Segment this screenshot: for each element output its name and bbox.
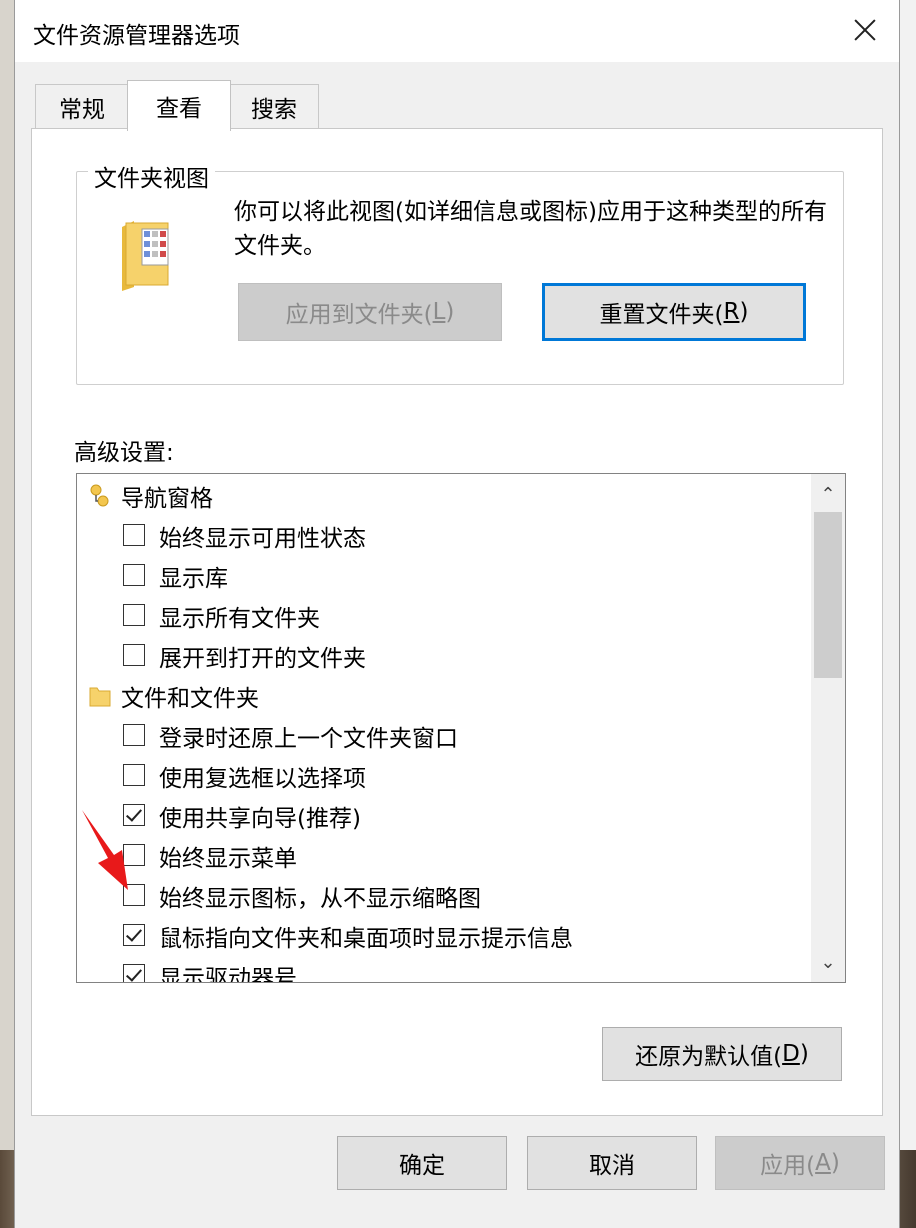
category-files-and-folders: 文件和文件夹 — [77, 676, 807, 716]
option-show-all-folders[interactable]: 显示所有文件夹 — [77, 596, 807, 636]
option-label: 始终显示菜单 — [159, 846, 297, 872]
cancel-button[interactable]: 取消 — [527, 1136, 697, 1190]
option-use-sharing-wizard[interactable]: 使用共享向导(推荐) — [77, 796, 807, 836]
shortcut-key: A — [815, 1150, 831, 1176]
apply-to-folders-button[interactable]: 应用到文件夹(L) — [238, 283, 502, 341]
label-suffix: ) — [739, 299, 749, 325]
checkbox[interactable] — [123, 724, 145, 746]
category-label: 导航窗格 — [121, 486, 213, 512]
option-show-popup-description[interactable]: 鼠标指向文件夹和桌面项时显示提示信息 — [77, 916, 807, 956]
vertical-scrollbar[interactable]: ⌃ ⌄ — [811, 474, 845, 982]
option-label: 使用共享向导(推荐) — [159, 806, 361, 832]
option-label: 使用复选框以选择项 — [159, 766, 366, 792]
restore-defaults-button[interactable]: 还原为默认值(D) — [602, 1027, 842, 1081]
folder-view-icon — [122, 221, 169, 291]
button-label: 应用到文件夹( — [285, 302, 433, 328]
button-label: 重置文件夹( — [599, 302, 724, 328]
category-label: 文件和文件夹 — [121, 686, 259, 712]
option-restore-previous-folder-windows[interactable]: 登录时还原上一个文件夹窗口 — [77, 716, 807, 756]
folder-options-dialog: 文件资源管理器选项 常规 查看 搜索 文件夹视图 你可以将此视图(如详细信息或图… — [14, 0, 900, 1228]
checkbox[interactable] — [123, 924, 145, 946]
option-label: 始终显示可用性状态 — [159, 526, 366, 552]
shortcut-key: L — [432, 299, 446, 325]
advanced-settings-list[interactable]: 导航窗格 始终显示可用性状态 显示库 显示所有文件夹 展开到打开的文件夹 文件和… — [76, 473, 846, 983]
folder-views-label: 文件夹视图 — [88, 159, 215, 193]
option-show-drive-letters[interactable]: 显示驱动器号 — [77, 956, 807, 983]
chevron-down-icon[interactable]: ⌄ — [811, 944, 845, 980]
label-suffix: ) — [799, 1041, 809, 1067]
button-label: 确定 — [399, 1153, 445, 1179]
tab-search[interactable]: 搜索 — [229, 84, 319, 129]
checkbox[interactable] — [123, 604, 145, 626]
view-tab-panel: 文件夹视图 你可以将此视图(如详细信息或图标)应用于这种类型的所有文件夹。 应用… — [31, 128, 883, 1116]
option-label: 登录时还原上一个文件夹窗口 — [159, 726, 458, 752]
option-use-check-boxes[interactable]: 使用复选框以选择项 — [77, 756, 807, 796]
option-label: 展开到打开的文件夹 — [159, 646, 366, 672]
tab-view[interactable]: 查看 — [127, 80, 231, 131]
option-label: 鼠标指向文件夹和桌面项时显示提示信息 — [159, 926, 573, 952]
tab-label: 常规 — [59, 97, 105, 123]
option-label: 始终显示图标，从不显示缩略图 — [159, 886, 481, 912]
background-window-edge — [898, 0, 916, 1150]
checkbox[interactable] — [123, 964, 145, 982]
folder-views-description: 你可以将此视图(如详细信息或图标)应用于这种类型的所有文件夹。 — [234, 199, 827, 259]
scrollbar-thumb[interactable] — [814, 512, 842, 678]
option-label: 显示所有文件夹 — [159, 606, 320, 632]
ok-button[interactable]: 确定 — [337, 1136, 507, 1190]
chevron-up-icon[interactable]: ⌃ — [811, 476, 845, 512]
button-label: 应用( — [760, 1153, 816, 1179]
button-label: 取消 — [589, 1153, 635, 1179]
option-show-libraries[interactable]: 显示库 — [77, 556, 807, 596]
option-always-show-icons[interactable]: 始终显示图标，从不显示缩略图 — [77, 876, 807, 916]
annotation-arrow-icon — [82, 810, 128, 890]
option-always-show-availability[interactable]: 始终显示可用性状态 — [77, 516, 807, 556]
apply-button[interactable]: 应用(A) — [715, 1136, 885, 1190]
label-suffix: ) — [830, 1150, 840, 1176]
option-expand-to-open-folder[interactable]: 展开到打开的文件夹 — [77, 636, 807, 676]
title-bar: 文件资源管理器选项 — [15, 0, 899, 62]
tab-label: 搜索 — [251, 97, 297, 123]
reset-folders-button[interactable]: 重置文件夹(R) — [542, 283, 806, 341]
option-label: 显示驱动器号 — [159, 966, 297, 983]
shortcut-key: D — [782, 1041, 800, 1067]
checkbox[interactable] — [123, 644, 145, 666]
navigation-pane-icon — [90, 484, 109, 507]
tab-label: 查看 — [156, 96, 202, 122]
option-label: 显示库 — [159, 566, 228, 592]
checkbox[interactable] — [123, 524, 145, 546]
option-always-show-menus[interactable]: 始终显示菜单 — [77, 836, 807, 876]
window-title: 文件资源管理器选项 — [33, 23, 240, 49]
tab-general[interactable]: 常规 — [35, 84, 129, 129]
category-navigation-pane: 导航窗格 — [77, 476, 807, 516]
label-suffix: ) — [445, 299, 455, 325]
button-label: 还原为默认值( — [635, 1044, 783, 1070]
checkbox[interactable] — [123, 764, 145, 786]
checkbox[interactable] — [123, 564, 145, 586]
shortcut-key: R — [723, 299, 740, 325]
close-icon[interactable] — [843, 8, 887, 52]
advanced-settings-label: 高级设置: — [74, 440, 174, 466]
folder-icon — [89, 687, 111, 707]
